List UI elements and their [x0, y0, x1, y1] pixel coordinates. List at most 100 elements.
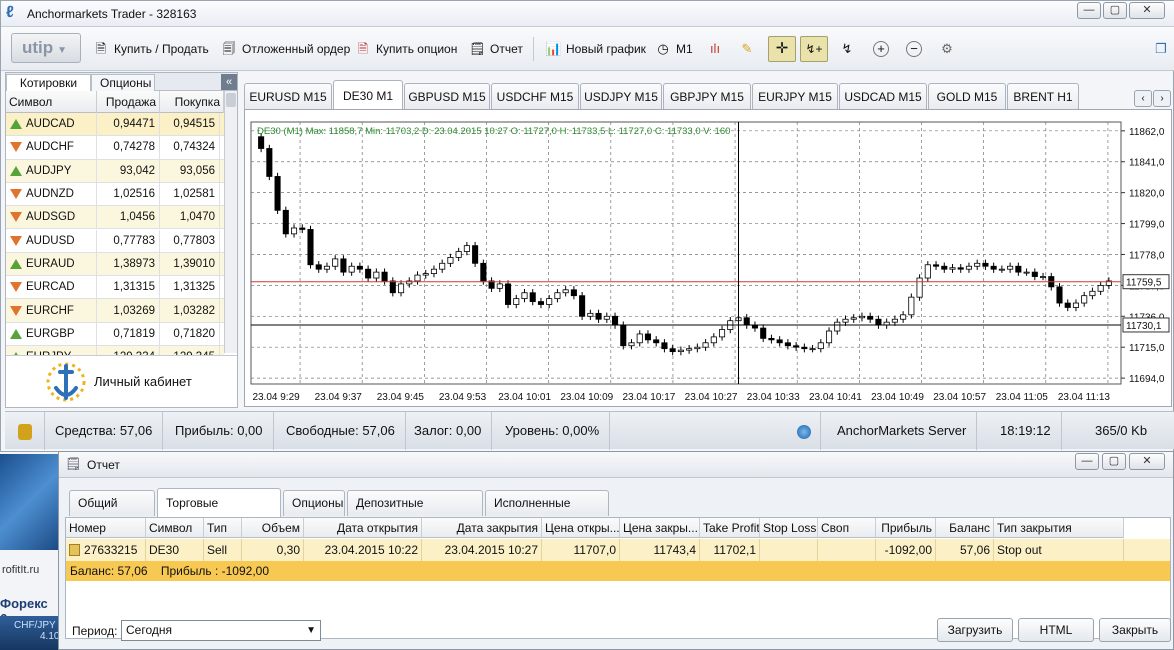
quote-row[interactable]: AUDSGD 1,0456 1,0470	[6, 206, 224, 230]
column-header[interactable]: Объем	[242, 518, 304, 538]
column-header[interactable]: Номер	[66, 518, 146, 538]
report-minimize-button[interactable]: —	[1075, 453, 1099, 470]
column-header[interactable]: Stop Loss	[760, 518, 818, 538]
buy-option-button[interactable]: 🗎 Купить опцион	[351, 37, 461, 61]
report-tab-0[interactable]: Общий отчет	[69, 490, 155, 535]
quote-bid: 129,334	[97, 346, 160, 355]
settings-button[interactable]: ⚙	[935, 37, 959, 61]
quote-row[interactable]: EURCHF 1,03269 1,03282	[6, 299, 224, 323]
chevron-down-icon: ▼	[57, 45, 68, 56]
candle-body	[661, 342, 668, 350]
quotes-scrollbar[interactable]	[224, 91, 237, 353]
chart-add-button[interactable]: ↯+	[800, 36, 828, 62]
indicators-button[interactable]: ılı	[703, 37, 727, 61]
timeframe-button[interactable]: ◷ M1	[651, 37, 697, 61]
column-bid[interactable]: Продажа	[97, 91, 160, 113]
quote-symbol-cell: AUDNZD	[6, 182, 97, 206]
column-header[interactable]: Дата открытия	[304, 518, 422, 538]
x-tick-label: 23.04 10:17	[623, 392, 676, 403]
price-chart[interactable]: 11862,011841,011820,011799,011778,011757…	[244, 109, 1172, 407]
window-layout-button[interactable]: ❐	[1149, 37, 1173, 61]
background-ticker: CHF/JPY	[14, 620, 56, 631]
table-cell	[818, 539, 876, 561]
column-header[interactable]: Тип	[204, 518, 242, 538]
crosshair-button[interactable]: ✛	[768, 36, 796, 62]
quote-bid: 0,94471	[97, 113, 160, 136]
minimize-button[interactable]: —	[1077, 2, 1101, 19]
column-header[interactable]: Цена закры...	[620, 518, 700, 538]
tab-quotes[interactable]: Котировки	[6, 74, 91, 91]
quote-row[interactable]: AUDUSD 0,77783 0,77803	[6, 229, 224, 253]
quote-row[interactable]: AUDCHF 0,74278 0,74324	[6, 136, 224, 160]
column-ask[interactable]: Покупка	[160, 91, 224, 113]
chart-tab-usdcad[interactable]: USDCAD M15	[839, 83, 927, 110]
chart-tab-gold[interactable]: GOLD M15	[928, 83, 1006, 110]
candle-body	[998, 268, 1005, 271]
trade-document-icon	[69, 544, 80, 556]
x-tick-label: 23.04 11:13	[1058, 392, 1111, 403]
quote-row[interactable]: EURAUD 1,38973 1,39010	[6, 252, 224, 277]
quote-row[interactable]: EURJPY129,334129,345	[6, 346, 224, 355]
report-close-button[interactable]: ✕	[1129, 453, 1165, 470]
chart-tab-gbpjpy[interactable]: GBPJPY M15	[663, 83, 751, 110]
load-button[interactable]: Загрузить	[937, 618, 1013, 642]
table-row[interactable]: 27633215 DE30 Sell 0,30 23.04.2015 10:22 23.0…	[66, 539, 1170, 561]
report-maximize-button[interactable]: ▢	[1102, 453, 1126, 470]
quote-symbol: AUDUSD	[26, 234, 75, 247]
table-cell: 11707,0	[542, 539, 620, 561]
chart-tab-eurjpy[interactable]: EURJPY M15	[752, 83, 838, 110]
column-header[interactable]: Дата закрытия	[422, 518, 542, 538]
new-chart-button[interactable]: 📊 Новый график	[541, 37, 650, 61]
column-header[interactable]: Тип закрытия	[994, 518, 1124, 538]
close-report-button[interactable]: Закрыть	[1099, 618, 1171, 642]
quote-bid: 0,74278	[97, 136, 160, 159]
quote-row[interactable]: AUDCAD 0,94471 0,94515	[6, 113, 224, 137]
candle-body	[389, 280, 396, 294]
table-cell: 23.04.2015 10:27	[422, 539, 542, 561]
column-header[interactable]: Take Profit	[700, 518, 760, 538]
report-button[interactable]: 🗒 Отчет	[465, 37, 527, 61]
quote-row[interactable]: EURGBP 0,71819 0,71820	[6, 322, 224, 346]
tab-scroll-left-button[interactable]: ‹	[1134, 90, 1152, 107]
maximize-button[interactable]: ▢	[1103, 2, 1127, 19]
tab-scroll-right-button[interactable]: ›	[1153, 90, 1171, 107]
column-header[interactable]: Своп	[818, 518, 876, 538]
personal-cabinet-button[interactable]: Личный кабинет	[6, 355, 237, 407]
quote-row[interactable]: EURCAD 1,31315 1,31325	[6, 276, 224, 300]
column-symbol[interactable]: Символ	[6, 91, 97, 113]
collapse-panel-button[interactable]: «	[221, 74, 237, 90]
report-tab-2[interactable]: Опционы	[283, 490, 345, 516]
report-tab-3[interactable]: Депозитные операции	[347, 490, 483, 535]
chart-mode-button[interactable]: ↯	[835, 37, 859, 61]
chart-tab-gbpusd[interactable]: GBPUSD M15	[404, 83, 490, 110]
zoom-in-button[interactable]: +	[869, 37, 893, 61]
utip-menu-button[interactable]: utip ▼	[11, 33, 81, 63]
column-header[interactable]: Баланс	[936, 518, 994, 538]
x-tick-label: 23.04 11:05	[996, 392, 1049, 403]
column-header[interactable]: Цена откры...	[542, 518, 620, 538]
quote-row[interactable]: AUDJPY 93,042 93,056	[6, 159, 224, 183]
table-cell: 0,30	[242, 539, 304, 561]
tab-options[interactable]: Опционы	[91, 74, 155, 91]
chart-tab-usdchf[interactable]: USDCHF M15	[491, 83, 579, 110]
quote-row[interactable]: AUDNZD 1,02516 1,02581	[6, 182, 224, 207]
chart-tab-eurusd[interactable]: EURUSD M15	[244, 83, 332, 110]
report-tab-1[interactable]: Торговые операции	[157, 488, 281, 538]
scroll-thumb[interactable]	[226, 93, 236, 107]
candle-body	[834, 321, 841, 332]
zoom-out-button[interactable]: −	[902, 37, 926, 61]
chart-tab-de30[interactable]: DE30 M1	[333, 80, 403, 110]
chart-tab-brent[interactable]: BRENT H1	[1007, 83, 1079, 110]
draw-button[interactable]: ✎	[735, 37, 759, 61]
column-header[interactable]: Прибыль	[876, 518, 936, 538]
buy-sell-button[interactable]: 🗎 Купить / Продать	[89, 37, 213, 61]
pending-order-button[interactable]: 🗐 Отложенный ордер	[217, 37, 354, 61]
html-button[interactable]: HTML	[1018, 618, 1094, 642]
column-header[interactable]: Символ	[146, 518, 204, 538]
arrow-down-icon	[10, 282, 22, 293]
chart-tab-usdjpy[interactable]: USDJPY M15	[580, 83, 662, 110]
candlestick-chart[interactable]: 11862,011841,011820,011799,011778,011757…	[245, 110, 1171, 406]
close-button[interactable]: ✕	[1129, 2, 1165, 19]
report-tab-4[interactable]: Исполненные ордера	[485, 490, 609, 535]
period-select[interactable]: Сегодня ▼	[121, 620, 321, 641]
